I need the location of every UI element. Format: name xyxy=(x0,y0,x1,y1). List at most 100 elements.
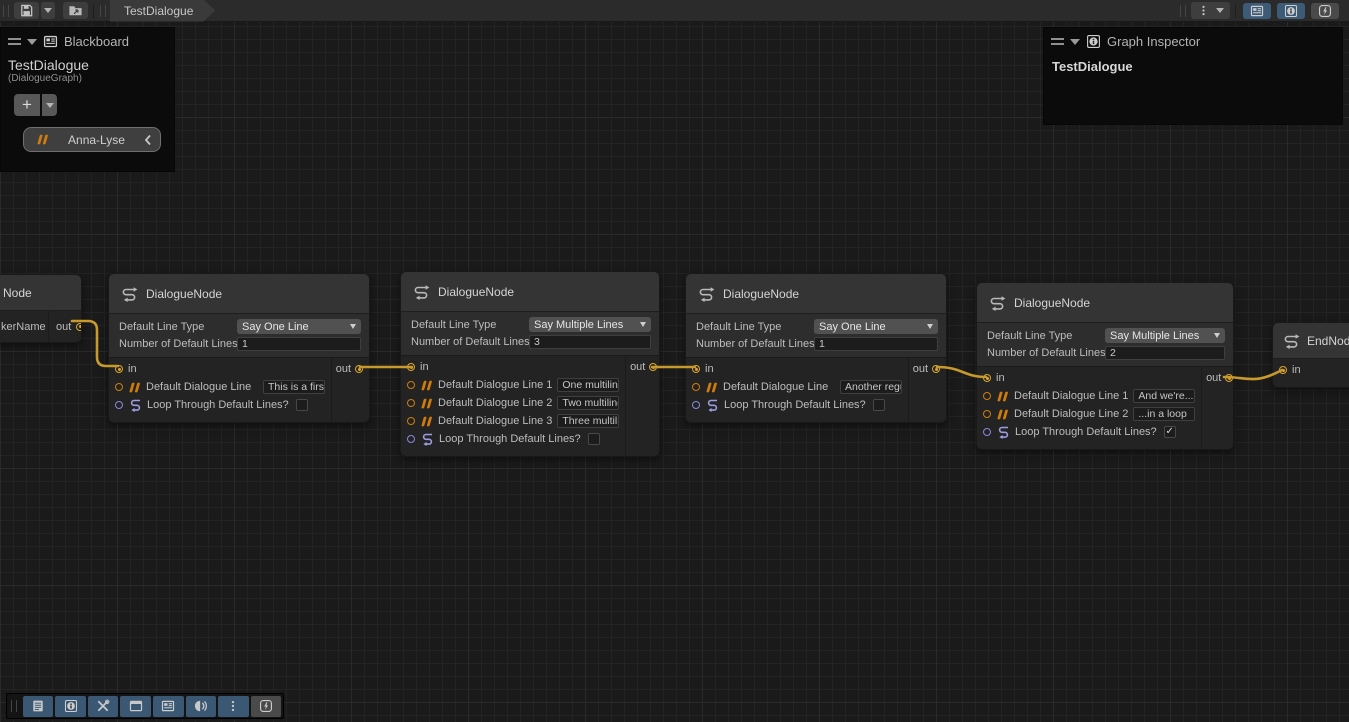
dialogue-line-field[interactable]: ...in a loop xyxy=(1133,407,1195,421)
node-title: DialogueNode xyxy=(1014,296,1090,310)
in-port[interactable] xyxy=(692,365,700,373)
line-count-field[interactable]: 1 xyxy=(237,337,361,351)
out-port[interactable] xyxy=(1225,374,1233,382)
blackboard-icon xyxy=(1250,4,1264,18)
tools-toggle-button[interactable] xyxy=(88,696,119,717)
in-port[interactable] xyxy=(115,365,123,373)
menu-icon[interactable] xyxy=(8,38,21,45)
dialogue-line-field[interactable]: Three multili xyxy=(557,414,619,428)
line-type-dropdown[interactable]: Say Multiple Lines xyxy=(529,317,651,332)
dialogue-line-port[interactable] xyxy=(983,410,991,418)
inspector-toggle-button[interactable] xyxy=(55,696,86,717)
bolt-toggle-button[interactable] xyxy=(251,696,282,717)
quote-icon xyxy=(996,391,1009,402)
bolt-toggle-button[interactable] xyxy=(1311,3,1339,19)
add-variable-button[interactable]: + xyxy=(14,94,40,116)
out-port[interactable] xyxy=(649,363,657,371)
out-port[interactable] xyxy=(76,323,82,331)
loop-checkbox[interactable] xyxy=(296,399,308,411)
collapse-arrow-icon[interactable] xyxy=(1070,39,1080,45)
save-icon xyxy=(19,3,34,18)
dialogue-line-port[interactable] xyxy=(407,399,415,407)
line-count-field[interactable]: 2 xyxy=(1105,346,1225,360)
loop-port[interactable] xyxy=(983,428,991,436)
node-title-bar[interactable]: Node xyxy=(0,275,81,311)
flow-icon xyxy=(1281,333,1301,349)
out-port[interactable] xyxy=(932,365,940,373)
dialogue-line-port[interactable] xyxy=(983,392,991,400)
dropdown-arrow-icon xyxy=(1216,8,1224,13)
save-dropdown-button[interactable] xyxy=(41,2,55,19)
loop-label: Loop Through Default Lines? xyxy=(439,433,581,445)
toolbar-drag-handle[interactable] xyxy=(1180,5,1186,17)
collapse-arrow-icon[interactable] xyxy=(27,39,37,45)
in-port[interactable] xyxy=(407,363,415,371)
line-type-dropdown[interactable]: Say One Line xyxy=(814,319,938,334)
toolbar-drag-handle[interactable] xyxy=(11,700,17,712)
loop-checkbox[interactable] xyxy=(873,399,885,411)
options-menu-button[interactable] xyxy=(218,696,249,717)
loop-port[interactable] xyxy=(407,435,415,443)
node-title-bar[interactable]: DialogueNode xyxy=(977,283,1233,323)
quote-icon xyxy=(128,382,141,393)
graph-inspector-toggle-button[interactable] xyxy=(1277,3,1305,19)
dialogue-line-port[interactable] xyxy=(692,383,700,391)
dialogue-node-3[interactable]: DialogueNode Default Line Type Say One L… xyxy=(685,273,947,423)
loop-port[interactable] xyxy=(115,401,123,409)
dialogue-line-port[interactable] xyxy=(407,417,415,425)
node-title-bar[interactable]: DialogueNode xyxy=(109,274,369,314)
blackboard-toggle-button[interactable] xyxy=(153,696,184,717)
dropdown-arrow-icon xyxy=(927,324,933,329)
dialogue-line-field[interactable]: This is a first xyxy=(263,380,325,394)
dialogue-node-4[interactable]: DialogueNode Default Line Type Say Multi… xyxy=(976,282,1234,450)
line-type-dropdown[interactable]: Say One Line xyxy=(237,319,361,334)
add-variable-dropdown[interactable] xyxy=(42,94,57,116)
blackboard-toggle-button[interactable] xyxy=(1243,3,1271,19)
open-asset-button[interactable] xyxy=(63,2,88,19)
in-port[interactable] xyxy=(983,374,991,382)
node-title: EndNode xyxy=(1307,334,1349,348)
dialogue-line-port[interactable] xyxy=(115,383,123,391)
save-button[interactable] xyxy=(14,2,39,19)
toolbar-separator xyxy=(93,4,94,18)
dialogue-line-port[interactable] xyxy=(407,381,415,389)
node-title-bar[interactable]: DialogueNode xyxy=(401,272,659,312)
bolt-icon xyxy=(1318,4,1332,18)
in-port[interactable] xyxy=(1279,366,1287,374)
loop-checkbox[interactable]: ✓ xyxy=(1164,426,1176,438)
line-count-field[interactable]: 1 xyxy=(814,337,938,351)
graph-tab[interactable]: TestDialogue xyxy=(110,0,215,22)
loop-checkbox[interactable] xyxy=(588,433,600,445)
out-port[interactable] xyxy=(355,365,363,373)
console-toggle-button[interactable] xyxy=(23,696,54,717)
node-title-bar[interactable]: DialogueNode xyxy=(686,274,946,314)
chevron-left-icon[interactable] xyxy=(144,134,152,146)
dialogue-node-2[interactable]: DialogueNode Default Line Type Say Multi… xyxy=(400,271,660,457)
toolbar-drag-handle[interactable] xyxy=(3,5,9,17)
loop-port[interactable] xyxy=(692,401,700,409)
preview-toggle-button[interactable] xyxy=(186,696,217,717)
loop-label: Loop Through Default Lines? xyxy=(147,399,289,411)
loop-label: Loop Through Default Lines? xyxy=(724,399,866,411)
graph-inspector-header[interactable]: Graph Inspector xyxy=(1044,28,1342,53)
node-properties: Default Line Type Say Multiple Lines Num… xyxy=(977,323,1233,367)
blackboard-panel[interactable]: Blackboard TestDialogue (DialogueGraph) … xyxy=(0,27,175,172)
blackboard-header[interactable]: Blackboard xyxy=(1,28,174,53)
line-count-field[interactable]: 3 xyxy=(529,335,651,349)
line-type-dropdown[interactable]: Say Multiple Lines xyxy=(1105,328,1225,343)
blackboard-variable-anna-lyse[interactable]: Anna-Lyse xyxy=(23,127,161,152)
node-title-bar[interactable]: EndNode xyxy=(1273,323,1349,359)
dialogue-line-field[interactable]: And we're... xyxy=(1133,389,1195,403)
toolbar-drag-handle[interactable] xyxy=(100,5,106,17)
dialogue-line-field[interactable]: Two multiline xyxy=(557,396,619,410)
dropdown-arrow-icon xyxy=(44,8,52,13)
dialogue-node-1[interactable]: DialogueNode Default Line Type Say One L… xyxy=(108,273,370,423)
window-toggle-button[interactable] xyxy=(120,696,151,717)
menu-icon[interactable] xyxy=(1051,38,1064,45)
options-menu-button[interactable] xyxy=(1191,2,1230,19)
speaker-node[interactable]: Node kerName out xyxy=(0,274,82,343)
dialogue-line-field[interactable]: One multiline xyxy=(557,378,619,392)
end-node[interactable]: EndNode in xyxy=(1272,322,1349,388)
graph-inspector-panel[interactable]: Graph Inspector TestDialogue xyxy=(1043,27,1343,125)
dialogue-line-field[interactable]: Another regu xyxy=(840,380,902,394)
